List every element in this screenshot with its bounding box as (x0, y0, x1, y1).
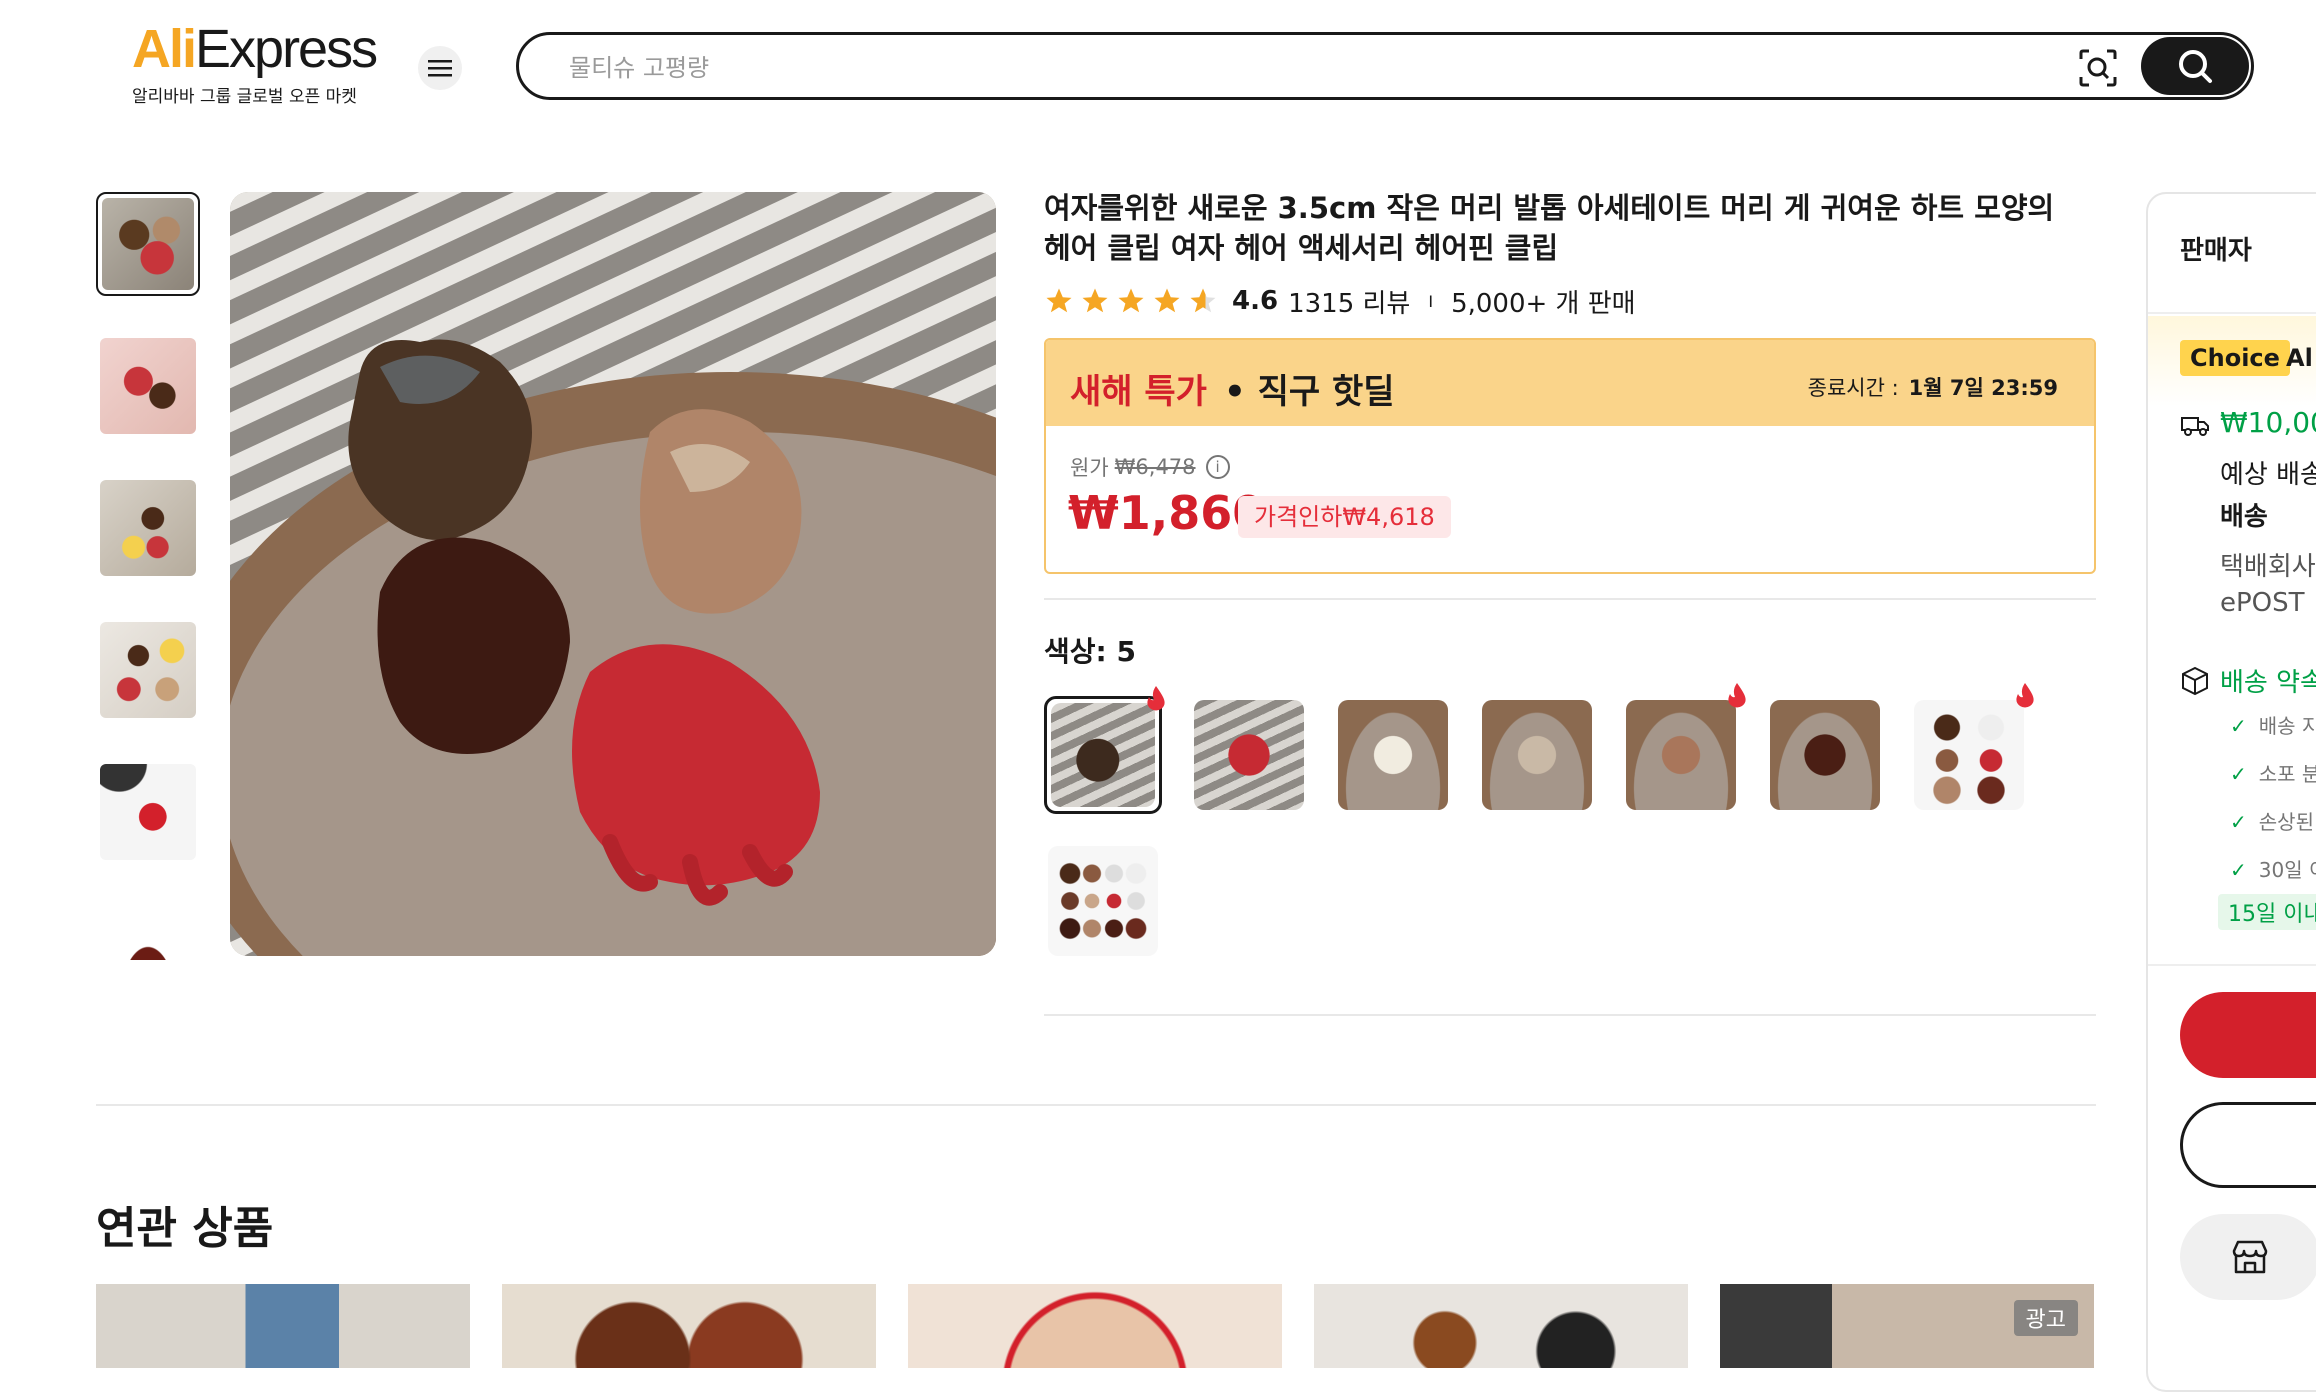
search-icon (2179, 50, 2212, 83)
related-product-1[interactable] (96, 1284, 470, 1368)
search-button[interactable] (2141, 37, 2249, 95)
thumbnail-1[interactable] (96, 192, 200, 296)
color-option-1[interactable] (1044, 686, 1165, 814)
sale-banner: 새해 특가 • 직구 핫딜 종료시간 :1월 7일 23:59 원가 ₩6,478… (1044, 338, 2096, 574)
thumbnail-6[interactable] (96, 902, 200, 960)
color-option-4[interactable] (1478, 696, 1596, 814)
color-option-2[interactable] (1190, 696, 1308, 814)
rating-stars (1044, 286, 1218, 316)
related-product-5[interactable]: 광고 (1720, 1284, 2094, 1368)
search-bar (516, 32, 2254, 100)
star-icon (1082, 288, 1108, 313)
related-product-4[interactable] (1314, 1284, 1688, 1368)
hot-flame-icon (2016, 683, 2034, 708)
rating-row: 4.6 1315 리뷰 I 5,000+ 개 판매 (1044, 283, 1636, 320)
color-option-3[interactable] (1334, 696, 1452, 814)
info-icon[interactable]: i (1205, 455, 1230, 479)
discount-badge: 가격인하₩4,618 (1238, 496, 1451, 538)
rating-separator: I (1428, 291, 1434, 311)
promise-item-4: ✓30일 이 (2230, 858, 2316, 882)
star-icon (1118, 288, 1144, 313)
choice-badge: Choice (2180, 340, 2290, 376)
choice-suffix: Al (2286, 344, 2313, 372)
thumbnail-2[interactable] (96, 334, 200, 438)
sale-price: ₩1,860 (1068, 486, 1265, 540)
divider (1044, 598, 2096, 600)
color-label: 색상: 5 (1044, 635, 1136, 668)
menu-button[interactable] (418, 46, 462, 90)
sale-end-time: 종료시간 :1월 7일 23:59 (1807, 376, 2058, 400)
sold-count: 5,000+ 개 판매 (1451, 288, 1636, 319)
logo-tagline: 알리바바 그룹 글로벌 오픈 마켓 (132, 87, 357, 107)
color-option-7[interactable] (1910, 683, 2034, 814)
search-input[interactable] (567, 49, 1971, 87)
divider (96, 1104, 2096, 1106)
seller-panel: 판매자 Choice Al ₩10,00 예상 배송 배송 택배회사 ePOST… (2146, 192, 2316, 1392)
hamburger-icon (428, 60, 452, 77)
divider (2148, 964, 2316, 966)
courier-label: 택배회사 (2220, 552, 2316, 582)
add-to-cart-button[interactable] (2180, 1102, 2316, 1188)
aliexpress-logo[interactable]: AliExpress 알리바바 그룹 글로벌 오픈 마켓 (132, 22, 382, 107)
thumbnail-list (96, 192, 206, 960)
half-star-icon (1190, 288, 1216, 313)
sale-sublabel: • 직구 핫딜 (1224, 372, 1395, 412)
box-icon (2182, 666, 2208, 696)
rating-value: 4.6 (1232, 286, 1279, 316)
delivery-days-badge: 15일 이내 (2218, 894, 2316, 930)
truck-icon (2181, 417, 2209, 436)
related-product-3[interactable] (908, 1284, 1282, 1368)
divider (1044, 1014, 2096, 1016)
color-option-8[interactable] (1044, 842, 1162, 960)
thumbnail-4[interactable] (96, 618, 200, 722)
divider (2148, 312, 2316, 314)
original-price: 원가 ₩6,478 i (1070, 452, 1230, 482)
promise-item-2: ✓ 소포 분 (2230, 762, 2316, 786)
ad-badge: 광고 (2013, 1300, 2078, 1336)
store-icon (2232, 1240, 2268, 1274)
review-count[interactable]: 1315 리뷰 (1288, 283, 1410, 320)
star-icon (1046, 288, 1072, 313)
sale-label: 새해 특가 (1070, 372, 1207, 412)
hot-flame-icon (1728, 683, 1746, 708)
shipping-price: ₩10,00 (2220, 406, 2316, 439)
hot-flame-icon (1147, 686, 1165, 711)
image-search-icon[interactable] (2079, 49, 2117, 87)
thumbnail-5[interactable] (96, 760, 200, 864)
star-icon (1154, 288, 1180, 313)
color-option-5[interactable] (1622, 683, 1746, 814)
estimated-label: 예상 배송 (2220, 460, 2316, 490)
related-product-2[interactable] (502, 1284, 876, 1368)
delivery-label: 배송 (2220, 502, 2268, 532)
delivery-promise[interactable]: 배송 약속 (2220, 662, 2316, 699)
thumbnail-3[interactable] (96, 476, 200, 580)
buy-now-button[interactable] (2180, 992, 2316, 1078)
main-product-image[interactable] (230, 192, 996, 956)
logo-wordmark: AliExpress (132, 19, 378, 79)
related-products-title: 연관 상품 (96, 1203, 274, 1254)
choice-row: Choice Al (2148, 316, 2316, 406)
promise-item-3: ✓ 손상된 (2230, 810, 2314, 834)
seller-label: 판매자 (2180, 236, 2252, 266)
sale-header: 새해 특가 • 직구 핫딜 종료시간 :1월 7일 23:59 (1046, 340, 2094, 426)
store-button[interactable] (2180, 1214, 2316, 1300)
color-option-6[interactable] (1766, 696, 1884, 814)
promise-item-1: ✓ 배송 지 (2230, 714, 2316, 738)
product-title: 여자를위한 새로운 3.5cm 작은 머리 발톱 아세테이트 머리 게 귀여운 … (1044, 191, 2055, 265)
courier-name: ePOST (2220, 588, 2305, 618)
